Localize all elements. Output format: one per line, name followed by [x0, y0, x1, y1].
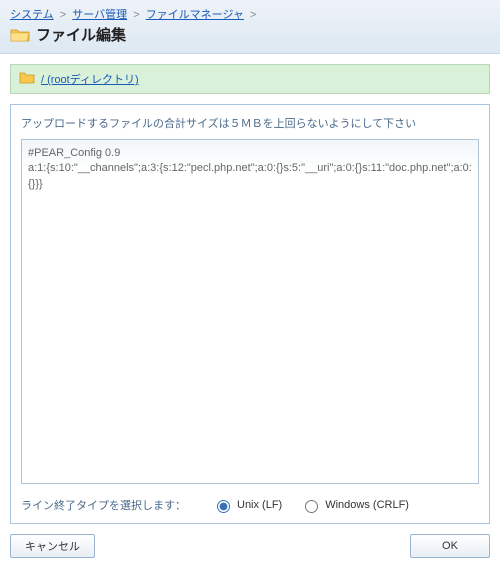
line-ending-option-label: Unix (LF) — [237, 499, 282, 511]
editor-panel: アップロードするファイルの合計サイズは５ＭＢを上回らないようにして下さい ライン… — [10, 104, 490, 524]
breadcrumb: システム > サーバ管理 > ファイルマネージャ > — [10, 6, 490, 22]
path-bar: / (rootディレクトリ) — [10, 64, 490, 94]
file-content-textarea[interactable] — [21, 139, 479, 484]
line-ending-row: ライン終了タイプを選択します： Unix (LF) Windows (CRLF) — [21, 497, 479, 513]
line-ending-option-windows[interactable]: Windows (CRLF) — [300, 497, 409, 513]
path-root-link[interactable]: / (rootディレクトリ) — [41, 71, 139, 87]
cancel-button[interactable]: キャンセル — [10, 534, 95, 558]
folder-icon — [10, 27, 30, 43]
ok-button[interactable]: OK — [410, 534, 490, 558]
line-ending-option-unix[interactable]: Unix (LF) — [212, 497, 282, 513]
line-ending-radio-unix[interactable] — [217, 500, 230, 513]
line-ending-label: ライン終了タイプを選択します： — [21, 497, 186, 513]
breadcrumb-link-server[interactable]: サーバ管理 — [72, 9, 127, 21]
page-title: ファイル編集 — [36, 24, 126, 45]
page-header: システム > サーバ管理 > ファイルマネージャ > ファイル編集 — [0, 0, 500, 54]
title-row: ファイル編集 — [10, 24, 490, 45]
line-ending-radio-windows[interactable] — [305, 500, 318, 513]
upload-size-note: アップロードするファイルの合計サイズは５ＭＢを上回らないようにして下さい — [21, 115, 479, 131]
breadcrumb-link-system[interactable]: システム — [10, 9, 54, 21]
folder-icon — [19, 71, 35, 87]
line-ending-option-label: Windows (CRLF) — [325, 499, 409, 511]
breadcrumb-link-filemanager[interactable]: ファイルマネージャ — [146, 9, 244, 21]
breadcrumb-separator: > — [250, 9, 256, 21]
button-row: キャンセル OK — [10, 534, 490, 558]
breadcrumb-separator: > — [60, 9, 66, 21]
breadcrumb-separator: > — [133, 9, 139, 21]
